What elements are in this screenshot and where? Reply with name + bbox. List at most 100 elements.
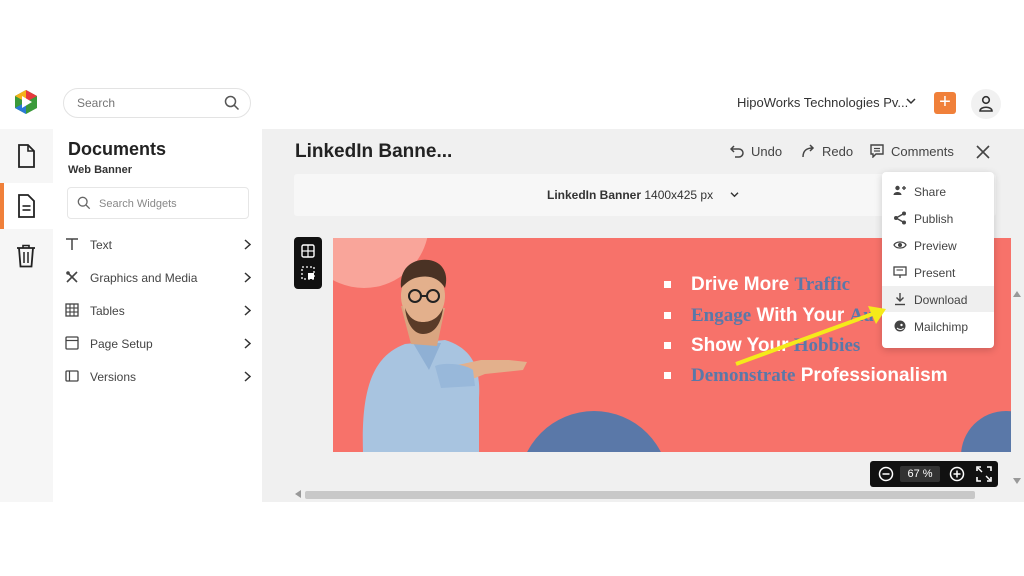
menu-item-tables[interactable]: Tables	[65, 299, 251, 323]
zoom-value[interactable]: 67 %	[900, 466, 940, 482]
undo-icon	[730, 145, 744, 158]
widgets-panel: Documents Web Banner Search Widgets Text	[53, 129, 262, 502]
app-window: HipoWorks Technologies Pv... +	[0, 79, 1024, 502]
graphics-icon	[66, 271, 78, 283]
comment-icon	[870, 144, 884, 158]
search-icon	[77, 196, 91, 210]
chevron-right-icon	[244, 305, 251, 316]
canvas-size-text: LinkedIn Banner 1400x425 px	[547, 188, 713, 202]
menu-item-label: Mailchimp	[914, 320, 969, 334]
versions-icon	[65, 370, 79, 382]
panel-title: Documents	[68, 139, 167, 159]
menu-item-label: Page Setup	[90, 337, 153, 351]
chevron-right-icon	[244, 239, 251, 250]
chevron-right-icon	[244, 338, 251, 349]
grid-icon[interactable]	[301, 244, 315, 258]
menu-item-text[interactable]: Text	[65, 233, 251, 257]
decor-circle	[519, 411, 669, 452]
mailchimp-icon	[894, 320, 906, 332]
add-button[interactable]: +	[934, 92, 956, 114]
close-icon[interactable]	[976, 145, 990, 159]
banner-line-1[interactable]: Drive More Traffic	[664, 274, 850, 296]
zoom-out-icon[interactable]	[878, 466, 894, 482]
menu-item-label: Publish	[914, 212, 954, 226]
search-icon[interactable]	[224, 95, 240, 111]
menu-item-page-setup[interactable]: Page Setup	[65, 332, 251, 356]
menu-item-label: Share	[914, 185, 947, 199]
table-icon	[65, 303, 79, 317]
comments-button[interactable]: Comments	[870, 144, 956, 162]
menu-item-mailchimp[interactable]: Mailchimp	[882, 313, 994, 339]
scroll-down-icon[interactable]	[1013, 478, 1021, 484]
select-area-icon[interactable]	[301, 266, 315, 280]
redo-icon	[802, 144, 815, 158]
rail-item-trash[interactable]	[0, 233, 53, 279]
user-avatar-button[interactable]	[971, 89, 1001, 119]
bullet-marker	[664, 281, 671, 289]
canvas-tools	[294, 237, 322, 289]
menu-item-label: Download	[914, 293, 968, 307]
menu-item-label: Present	[914, 266, 956, 280]
menu-item-label: Graphics and Media	[90, 271, 198, 285]
scroll-left-icon[interactable]	[295, 490, 301, 498]
user-icon	[979, 95, 993, 112]
menu-item-label: Tables	[90, 304, 125, 318]
menu-item-share[interactable]: Share	[882, 178, 994, 204]
widget-search-field[interactable]: Search Widgets	[67, 187, 249, 219]
rail-item-pages[interactable]	[0, 183, 53, 229]
app-logo-icon[interactable]	[12, 88, 40, 116]
menu-item-preview[interactable]: Preview	[882, 232, 994, 258]
icon-rail	[0, 129, 53, 502]
present-icon	[893, 266, 907, 278]
menu-item-label: Versions	[90, 370, 137, 384]
banner-text: Drive More	[691, 274, 795, 295]
menu-item-download[interactable]: Download	[882, 286, 994, 312]
undo-button[interactable]: Undo	[730, 144, 786, 162]
widget-search-placeholder: Search Widgets	[99, 198, 177, 210]
publish-share-icon	[894, 211, 906, 225]
chevron-right-icon	[244, 272, 251, 283]
banner-text-highlight: Traffic	[794, 274, 851, 295]
menu-item-label: Text	[90, 238, 113, 252]
bullet-marker	[664, 342, 671, 350]
menu-item-versions[interactable]: Versions	[65, 365, 251, 389]
share-dropdown-menu: Share Publish Preview Present Download M…	[882, 172, 994, 348]
undo-label: Undo	[751, 144, 783, 159]
decor-circle	[961, 411, 1011, 452]
annotation-arrow-icon	[735, 306, 886, 366]
document-title[interactable]: LinkedIn Banne...	[295, 141, 452, 163]
canvas-size-dims: 1400x425 px	[644, 188, 714, 202]
company-name[interactable]: HipoWorks Technologies Pv...	[737, 95, 908, 110]
chevron-down-icon[interactable]	[906, 97, 916, 105]
horizontal-scrollbar[interactable]	[305, 491, 975, 499]
redo-button[interactable]: Redo	[801, 144, 853, 162]
person-image[interactable]	[353, 248, 533, 452]
page-setup-icon	[65, 336, 79, 350]
fullscreen-icon[interactable]	[976, 466, 992, 482]
scroll-up-icon[interactable]	[1013, 291, 1021, 297]
bullet-marker	[664, 312, 671, 320]
panel-subtitle: Web Banner	[68, 164, 132, 176]
chevron-down-icon	[730, 192, 739, 198]
menu-item-graphics[interactable]: Graphics and Media	[65, 266, 251, 290]
trash-icon	[17, 244, 35, 268]
text-icon	[66, 238, 78, 250]
page-list-icon	[18, 194, 35, 218]
share-users-icon	[893, 185, 906, 195]
global-search-input[interactable]	[77, 96, 217, 110]
zoom-control: 67 %	[870, 461, 998, 487]
menu-item-publish[interactable]: Publish	[882, 205, 994, 231]
bullet-marker	[664, 372, 671, 380]
redo-label: Redo	[822, 144, 854, 159]
menu-item-label: Preview	[914, 239, 957, 253]
eye-icon	[893, 241, 907, 249]
zoom-in-icon[interactable]	[949, 466, 965, 482]
menu-item-present[interactable]: Present	[882, 259, 994, 285]
chevron-right-icon	[244, 371, 251, 382]
rail-item-documents[interactable]	[0, 133, 53, 179]
document-icon	[18, 144, 35, 168]
top-bar: HipoWorks Technologies Pv... +	[0, 79, 1024, 129]
comments-label: Comments	[891, 144, 954, 159]
download-icon	[895, 293, 905, 306]
global-search[interactable]	[63, 88, 251, 118]
